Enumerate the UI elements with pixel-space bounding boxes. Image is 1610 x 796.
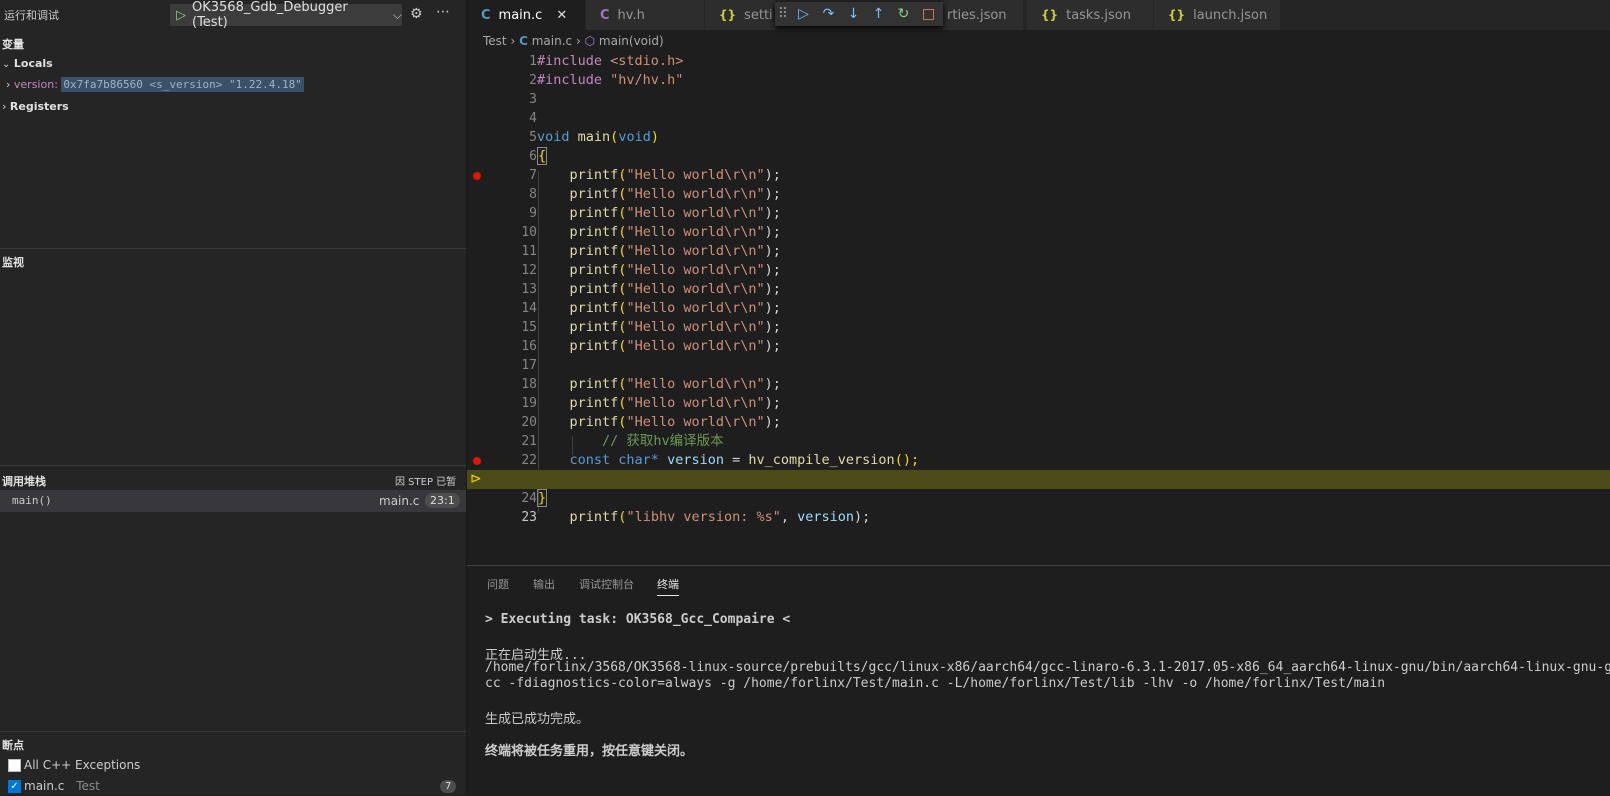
step-over-icon[interactable]: ↷: [816, 6, 841, 22]
stop-icon[interactable]: □: [916, 6, 941, 22]
breadcrumb-folder[interactable]: Test: [483, 34, 507, 48]
code-line[interactable]: 9 printf("Hello world\r\n");: [467, 204, 1610, 223]
breakpoint-file[interactable]: ✓ main.c Test: [8, 779, 100, 793]
debug-toolbar: ⠿ ▷ ↷ ↓ ↑ ↻ □: [775, 2, 943, 26]
code-line[interactable]: 10 printf("Hello world\r\n");: [467, 223, 1610, 242]
code-line[interactable]: 5 void main(void): [467, 128, 1610, 147]
checkbox-exceptions[interactable]: [8, 759, 21, 772]
code-line[interactable]: 15 printf("Hello world\r\n");: [467, 318, 1610, 337]
gear-icon[interactable]: ⚙: [410, 6, 423, 22]
code-line[interactable]: 12 printf("Hello world\r\n");: [467, 261, 1610, 280]
variables-section-title[interactable]: 变量: [2, 36, 24, 52]
chevron-right-icon: ›: [2, 100, 7, 113]
json-file-icon: {}: [1041, 8, 1059, 22]
variable-value: 0x7fa7b86560 <s_version> "1.22.4.18": [61, 77, 304, 92]
more-actions-icon[interactable]: ⋯: [436, 4, 450, 20]
c-file-icon: C: [481, 7, 491, 23]
debug-config-select[interactable]: ▷ OK3568_Gdb_Debugger (Test) ⌵: [170, 0, 402, 30]
section-divider: [0, 465, 466, 466]
frame-position-badge: 23:1: [425, 493, 460, 508]
close-icon[interactable]: ✕: [556, 8, 567, 23]
tab-terminal[interactable]: 终端: [657, 576, 679, 596]
editor: C main.c ✕ C hv.h {} setti rties.json {}…: [467, 0, 1610, 565]
chevron-down-icon: ⌄: [2, 59, 11, 70]
code-line[interactable]: 7 printf("Hello world\r\n");: [467, 166, 1610, 185]
debug-config-name: OK3568_Gdb_Debugger (Test): [192, 0, 348, 30]
json-file-icon: {}: [1168, 8, 1186, 22]
section-divider: [0, 248, 466, 249]
step-into-icon[interactable]: ↓: [841, 6, 866, 22]
variable-version[interactable]: › version: 0x7fa7b86560 <s_version> "1.2…: [6, 77, 304, 92]
code-line[interactable]: 8 printf("Hello world\r\n");: [467, 185, 1610, 204]
tab-tasks-json[interactable]: {} tasks.json: [1027, 0, 1154, 30]
debug-sidebar: 运行和调试 ▷ OK3568_Gdb_Debugger (Test) ⌵ ⚙ ⋯…: [0, 0, 467, 795]
chevron-right-icon: ›: [575, 34, 585, 48]
terminal-cmd-line2: cc -fdiagnostics-color=always -g /home/f…: [485, 676, 1386, 691]
breakpoint-count-badge: 7: [440, 780, 457, 793]
code-line[interactable]: 3: [467, 90, 1610, 109]
checkbox-main-c[interactable]: ✓: [8, 780, 21, 793]
frame-file: main.c: [379, 494, 420, 508]
chevron-right-icon: ›: [510, 34, 520, 48]
breakpoint-exceptions[interactable]: All C++ Exceptions: [8, 758, 140, 772]
tab-properties-json[interactable]: rties.json: [943, 0, 1024, 30]
code-line[interactable]: 20 printf("Hello world\r\n");: [467, 413, 1610, 432]
continue-icon[interactable]: ▷: [791, 6, 816, 22]
current-line[interactable]: ⊳ 23 printf("libhv version: %s", version…: [467, 470, 1610, 525]
callstack-section-title[interactable]: 调用堆栈: [2, 473, 46, 489]
json-file-icon: {}: [719, 8, 737, 22]
callstack-frame-row[interactable]: main() main.c 23:1: [0, 490, 466, 512]
bottom-panel: 问题 输出 调试控制台 终端 > Executing task: OK3568_…: [467, 565, 1610, 796]
breadcrumb: Test › C main.c › ⬡ main(void): [483, 34, 664, 48]
c-header-icon: C: [600, 7, 610, 23]
chevron-down-icon: ⌵: [392, 7, 402, 22]
tab-debug-console[interactable]: 调试控制台: [579, 576, 634, 592]
c-file-icon: C: [519, 34, 528, 48]
code-line[interactable]: 13 printf("Hello world\r\n");: [467, 280, 1610, 299]
terminal-cmd-line1: /home/forlinx/3568/OK3568-linux-source/p…: [485, 660, 1610, 675]
current-execution-icon: ⊳: [470, 471, 482, 487]
tab-settings[interactable]: {} setti: [705, 0, 776, 30]
watch-section-title[interactable]: 监视: [2, 254, 24, 270]
registers-node[interactable]: › Registers: [2, 100, 69, 113]
breakpoints-section-title[interactable]: 断点: [2, 737, 24, 753]
code-line[interactable]: 24}: [467, 489, 1610, 508]
tab-main-c[interactable]: C main.c ✕: [467, 0, 586, 30]
code-line[interactable]: 17: [467, 356, 1610, 375]
sidebar-title: 运行和调试: [4, 9, 59, 22]
code-line[interactable]: 19 printf("Hello world\r\n");: [467, 394, 1610, 413]
code-line[interactable]: 6{: [467, 147, 1610, 166]
terminal-success: 生成已成功完成。: [485, 712, 590, 727]
start-debugging-icon[interactable]: ▷: [176, 8, 186, 23]
step-out-icon[interactable]: ↑: [866, 6, 891, 22]
terminal-reuse-notice: 终端将被任务重用，按任意键关闭。: [485, 744, 694, 759]
section-divider: [0, 731, 466, 732]
code-line[interactable]: 2 #include "hv/hv.h": [467, 71, 1610, 90]
code-line[interactable]: 11 printf("Hello world\r\n");: [467, 242, 1610, 261]
code-line[interactable]: 14 printf("Hello world\r\n");: [467, 299, 1610, 318]
breadcrumb-symbol[interactable]: main(void): [599, 34, 664, 48]
tab-problems[interactable]: 问题: [487, 576, 509, 592]
terminal-task-line: > Executing task: OK3568_Gcc_Compaire <: [485, 612, 791, 627]
code-line[interactable]: 1 #include <stdio.h>: [467, 52, 1610, 71]
locals-node[interactable]: ⌄ Locals: [2, 57, 53, 70]
code-line[interactable]: 4: [467, 109, 1610, 128]
tab-launch-json[interactable]: {} launch.json: [1154, 0, 1281, 30]
breadcrumb-file[interactable]: main.c: [532, 34, 572, 48]
code-line[interactable]: 21 // 获取hv编译版本: [467, 432, 1610, 451]
restart-icon[interactable]: ↻: [891, 6, 916, 22]
tab-bar: C main.c ✕ C hv.h {} setti rties.json {}…: [467, 0, 1610, 30]
code-line[interactable]: 16 printf("Hello world\r\n");: [467, 337, 1610, 356]
drag-handle-icon[interactable]: ⠿: [775, 6, 791, 22]
tab-output[interactable]: 输出: [533, 576, 555, 592]
code-line[interactable]: 18 printf("Hello world\r\n");: [467, 375, 1610, 394]
tab-hv-h[interactable]: C hv.h: [586, 0, 705, 30]
chevron-right-icon: ›: [6, 78, 11, 91]
frame-name: main(): [12, 494, 52, 507]
cube-icon: ⬡: [584, 34, 596, 48]
variable-name: version:: [13, 78, 58, 91]
code-line[interactable]: 22 const char* version = hv_compile_vers…: [467, 451, 1610, 470]
